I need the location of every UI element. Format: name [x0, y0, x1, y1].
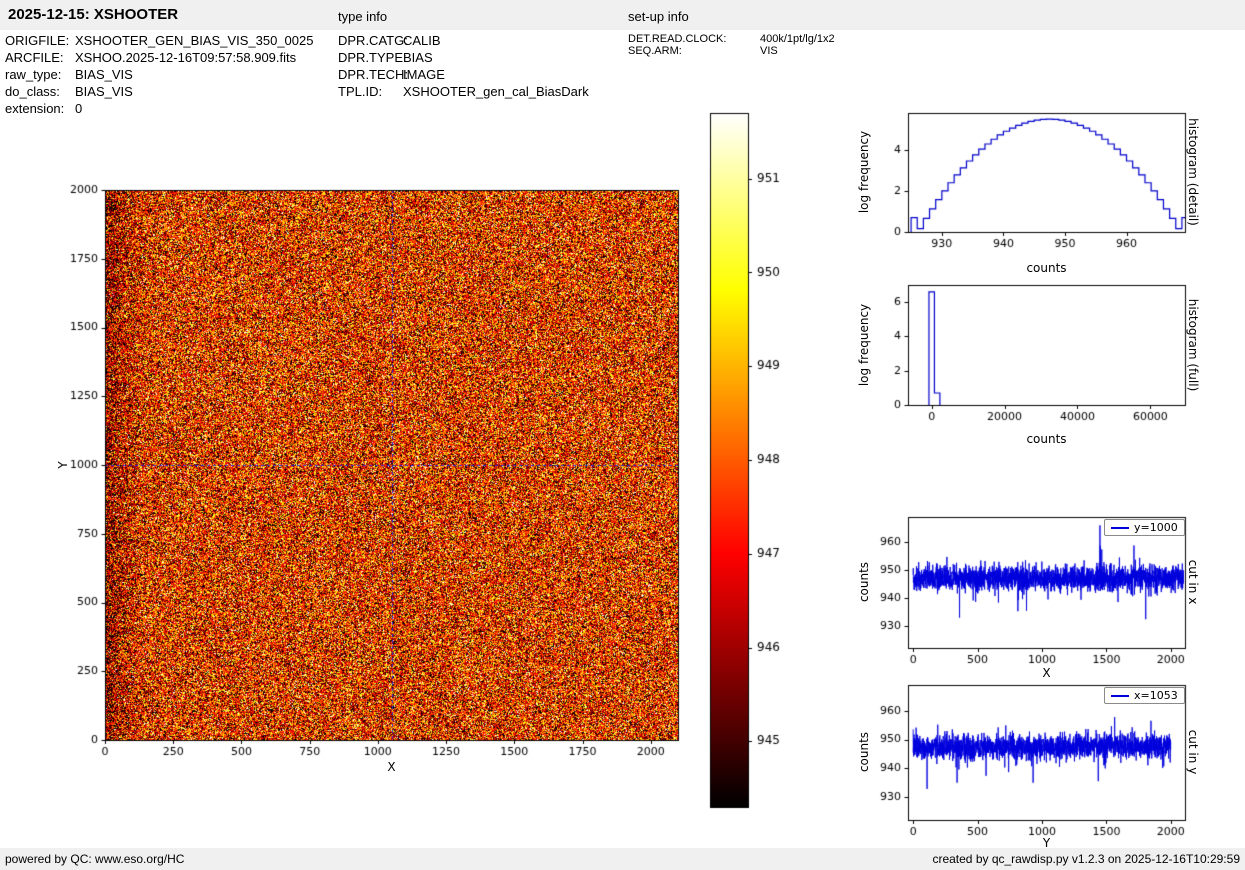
hist-detail-xaxis-label: counts [1026, 261, 1067, 275]
legend-line-icon [1111, 526, 1129, 529]
main-xaxis-label: X [387, 760, 396, 774]
metadata-value: IMAGE [403, 67, 445, 82]
metadata-label: DET.READ.CLOCK: [628, 33, 727, 45]
histogram-detail-plot [858, 105, 1198, 255]
metadata-value: BIAS [403, 50, 433, 65]
metadata-value: CALIB [403, 33, 441, 48]
footer-credit-right: created by qc_rawdisp.py v1.2.3 on 2025-… [932, 852, 1240, 866]
legend-line-icon [1111, 694, 1129, 697]
hist-full-side-label: histogram (full) [1186, 298, 1200, 392]
metadata-value: 0 [75, 101, 83, 116]
cut-y-legend: x=1053 [1104, 687, 1185, 704]
hist-full-xaxis-label: counts [1026, 432, 1067, 446]
cut-x-xaxis-label: X [1042, 666, 1051, 680]
cut-x-legend: y=1000 [1104, 519, 1185, 536]
bias-image-plot [55, 165, 700, 790]
footer-credit-left: powered by QC: www.eso.org/HC [5, 852, 185, 866]
footer-bar: powered by QC: www.eso.org/HC created by… [0, 848, 1245, 870]
metadata-label: do_class: [5, 84, 60, 99]
histogram-full-plot [858, 277, 1198, 427]
metadata-label: raw_type: [5, 67, 62, 82]
metadata-label: ORIGFILE: [5, 33, 70, 48]
cut-x-yaxis-label: counts [857, 561, 871, 603]
metadata-value: BIAS_VIS [75, 67, 133, 82]
metadata-label: ARCFILE: [5, 50, 64, 65]
cut-x-legend-label: y=1000 [1134, 521, 1178, 534]
hist-full-yaxis-label: log frequency [857, 303, 871, 387]
cut-y-side-label: cut in y [1186, 729, 1200, 775]
metadata-label: SEQ.ARM: [628, 45, 682, 57]
metadata-label: DPR.TECH: [338, 67, 409, 82]
metadata-value: XSHOOTER_gen_cal_BiasDark [403, 84, 589, 99]
hist-detail-side-label: histogram (detail) [1186, 118, 1200, 226]
type-info-heading: type info [338, 9, 388, 24]
page-title: 2025-12-15: XSHOOTER [8, 6, 179, 23]
metadata-label: extension: [5, 101, 65, 116]
metadata-value: XSHOO.2025-12-16T09:57:58.909.fits [75, 50, 297, 65]
cut-y-legend-label: x=1053 [1134, 689, 1178, 702]
metadata-label: DPR.CATG: [338, 33, 408, 48]
colorbar [705, 108, 800, 818]
metadata-value: VIS [760, 45, 778, 57]
header-bar: 2025-12-15: XSHOOTER type info set-up in… [0, 0, 1245, 30]
cut-x-side-label: cut in x [1186, 559, 1200, 605]
metadata-label: TPL.ID: [338, 84, 383, 99]
hist-detail-yaxis-label: log frequency [857, 130, 871, 214]
cut-y-yaxis-label: counts [857, 731, 871, 773]
metadata-value: XSHOOTER_GEN_BIAS_VIS_350_0025 [75, 33, 314, 48]
main-yaxis-label: Y [56, 461, 70, 469]
metadata-value: BIAS_VIS [75, 84, 133, 99]
setup-info-heading: set-up info [628, 9, 689, 24]
metadata-value: 400k/1pt/lg/1x2 [760, 33, 835, 45]
metadata-label: DPR.TYPE: [338, 50, 407, 65]
